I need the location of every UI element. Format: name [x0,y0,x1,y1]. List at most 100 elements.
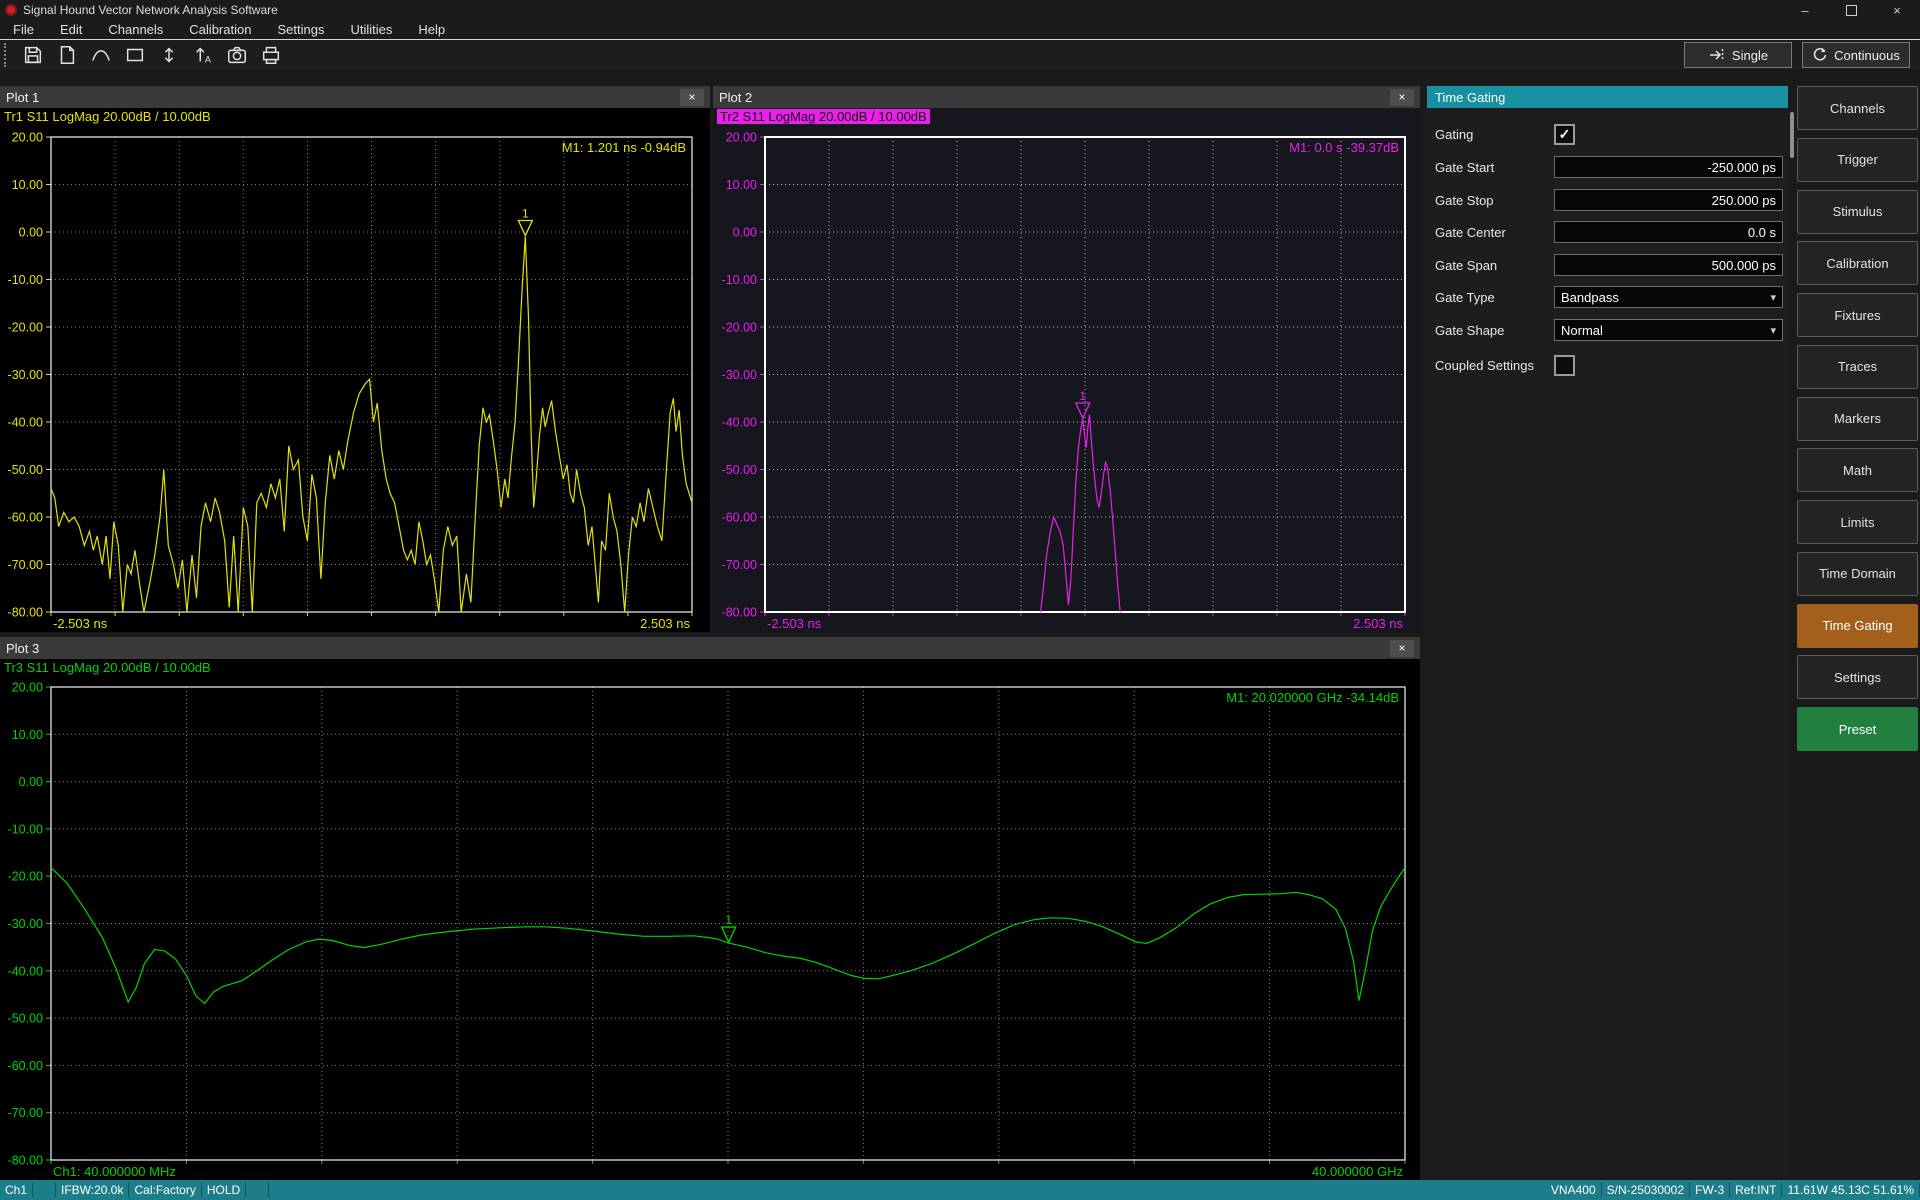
tg-label: Coupled Settings [1435,358,1534,373]
plot3-trace-label-text: Tr3 S11 LogMag 20.00dB / 10.00dB [4,660,211,675]
svg-text:-20.00: -20.00 [722,321,757,335]
svg-text:-80.00: -80.00 [8,606,43,620]
tg-label: Gating [1435,127,1473,142]
status-segment: HOLD [202,1183,245,1197]
sidebar-button-time-domain[interactable]: Time Domain [1797,552,1918,596]
plot2-header[interactable]: Plot 2 × [713,86,1420,108]
single-sweep-icon [1708,47,1726,63]
plot1-trace-label[interactable]: Tr1 S11 LogMag 20.00dB / 10.00dB [0,108,710,125]
status-segment: VNA400 [1546,1183,1601,1197]
gate-type-select[interactable]: Bandpass▾ [1554,286,1783,308]
single-button-label: Single [1732,48,1768,63]
svg-text:-60.00: -60.00 [722,511,757,525]
menu-item-settings[interactable]: Settings [264,20,337,39]
window-title: Signal Hound Vector Network Analysis Sof… [23,3,278,17]
svg-text:10.00: 10.00 [12,178,43,192]
chevron-down-icon: ▾ [1770,291,1776,304]
status-segment: FW-3 [1690,1183,1729,1197]
plot1-title: Plot 1 [6,90,39,105]
tg-row-gate-span: Gate Span500.000 ps [1427,253,1788,277]
gating-checkbox[interactable]: ✓ [1554,124,1575,145]
gate-start-input[interactable]: -250.000 ps [1554,156,1783,178]
print-button[interactable] [256,42,286,68]
toolbar-drag-handle[interactable] [4,43,10,67]
svg-text:-2.503 ns: -2.503 ns [53,616,108,631]
menu-item-utilities[interactable]: Utilities [337,20,405,39]
sidebar-button-limits[interactable]: Limits [1797,500,1918,544]
plot3-title: Plot 3 [6,641,39,656]
menu-item-help[interactable]: Help [405,20,458,39]
gate-shape-select[interactable]: Normal▾ [1554,319,1783,341]
plot1-trace-label-text: Tr1 S11 LogMag 20.00dB / 10.00dB [4,109,211,124]
sidebar: Channels Trigger Stimulus Calibration Fixtur… [1797,0,1918,1200]
menu-item-edit[interactable]: Edit [47,20,95,39]
svg-text:-30.00: -30.00 [8,368,43,382]
svg-text:-10.00: -10.00 [722,273,757,287]
tg-label: Gate Stop [1435,193,1494,208]
time-gating-panel: Time Gating Gating ✓ Gate Start -250.000 ps… [1427,86,1788,1176]
plot3-close-button[interactable]: × [1390,640,1414,657]
plot1-header[interactable]: Plot 1 × [0,86,710,108]
gate-span-input[interactable]: 500.000 ps [1554,254,1783,276]
plot3-panel: Plot 3 × Tr3 S11 LogMag 20.00dB / 10.00d… [0,637,1420,1180]
title-bar: Signal Hound Vector Network Analysis Sof… [0,0,1920,20]
sidebar-button-math[interactable]: Math [1797,448,1918,492]
menu-item-file[interactable]: File [0,20,47,39]
menu-item-calibration[interactable]: Calibration [176,20,264,39]
sidebar-button-channels[interactable]: Channels [1797,86,1918,130]
status-segment: S/N-25030002 [1602,1183,1689,1197]
sidebar-button-time-gating[interactable]: Time Gating [1797,604,1918,648]
svg-text:-50.00: -50.00 [722,463,757,477]
sidebar-button-settings[interactable]: Settings [1797,655,1918,699]
gate-stop-input[interactable]: 250.000 ps [1554,189,1783,211]
single-button[interactable]: Single [1684,42,1792,68]
rect-button[interactable] [120,42,150,68]
panel-scrollbar[interactable] [1790,112,1794,158]
autoscale-button[interactable] [154,42,184,68]
tg-row-gate-start: Gate Start -250.000 ps [1427,155,1788,179]
sidebar-button-trigger[interactable]: Trigger [1797,138,1918,182]
menu-bar: FileEditChannelsCalibrationSettingsUtili… [0,20,1920,40]
plot1-close-button[interactable]: × [680,89,704,106]
svg-text:20.00: 20.00 [12,131,43,145]
plot2-trace-label[interactable]: Tr2 S11 LogMag 20.00dB / 10.00dB [713,108,1420,125]
svg-text:20.00: 20.00 [12,681,43,695]
plot1-canvas[interactable]: 20.0010.000.00-10.00-20.00-30.00-40.00-5… [0,86,710,632]
menu-item-channels[interactable]: Channels [95,20,176,39]
svg-text:-70.00: -70.00 [8,558,43,572]
autoscale-all-icon: A [192,44,214,66]
file-export-button[interactable] [52,42,82,68]
sidebar-button-fixtures[interactable]: Fixtures [1797,293,1918,337]
sidebar-button-traces[interactable]: Traces [1797,345,1918,389]
save-button[interactable] [18,42,48,68]
sidebar-button-markers[interactable]: Markers [1797,397,1918,441]
sidebar-button-stimulus[interactable]: Stimulus [1797,190,1918,234]
svg-text:2.503 ns: 2.503 ns [1353,616,1403,631]
tg-row-gate-type: Gate Type Bandpass▾ [1427,285,1788,309]
plot3-trace-label[interactable]: Tr3 S11 LogMag 20.00dB / 10.00dB [0,659,1420,676]
camera-button[interactable] [222,42,252,68]
svg-text:0.00: 0.00 [733,226,757,240]
autoscale-all-button[interactable]: A [188,42,218,68]
sine-button[interactable] [86,42,116,68]
svg-text:-50.00: -50.00 [8,463,43,477]
status-divider [245,1183,246,1197]
tg-label: Gate Start [1435,160,1494,175]
sidebar-button-calibration[interactable]: Calibration [1797,241,1918,285]
tg-row-gating: Gating ✓ [1427,122,1788,146]
status-segment: Cal:Factory [129,1183,200,1197]
rect-icon [124,44,146,66]
plot2-close-button[interactable]: × [1390,89,1414,106]
coupled-settings-checkbox[interactable] [1554,355,1575,376]
tg-label: Gate Shape [1435,323,1504,338]
time-gating-panel-title: Time Gating [1435,90,1505,105]
plot3-canvas[interactable]: 20.0010.000.00-10.00-20.00-30.00-40.00-5… [0,637,1420,1180]
sidebar-button-preset[interactable]: Preset [1797,707,1918,751]
plot3-header[interactable]: Plot 3 × [0,637,1420,659]
gate-center-input[interactable]: 0.0 s [1554,221,1783,243]
toolbar: A Single Continuous [0,40,1920,70]
tg-label: Gate Type [1435,290,1495,305]
svg-text:-30.00: -30.00 [8,917,43,931]
chevron-down-icon: ▾ [1770,324,1776,337]
plot2-canvas[interactable]: 20.0010.000.00-10.00-20.00-30.00-40.00-5… [713,86,1420,632]
